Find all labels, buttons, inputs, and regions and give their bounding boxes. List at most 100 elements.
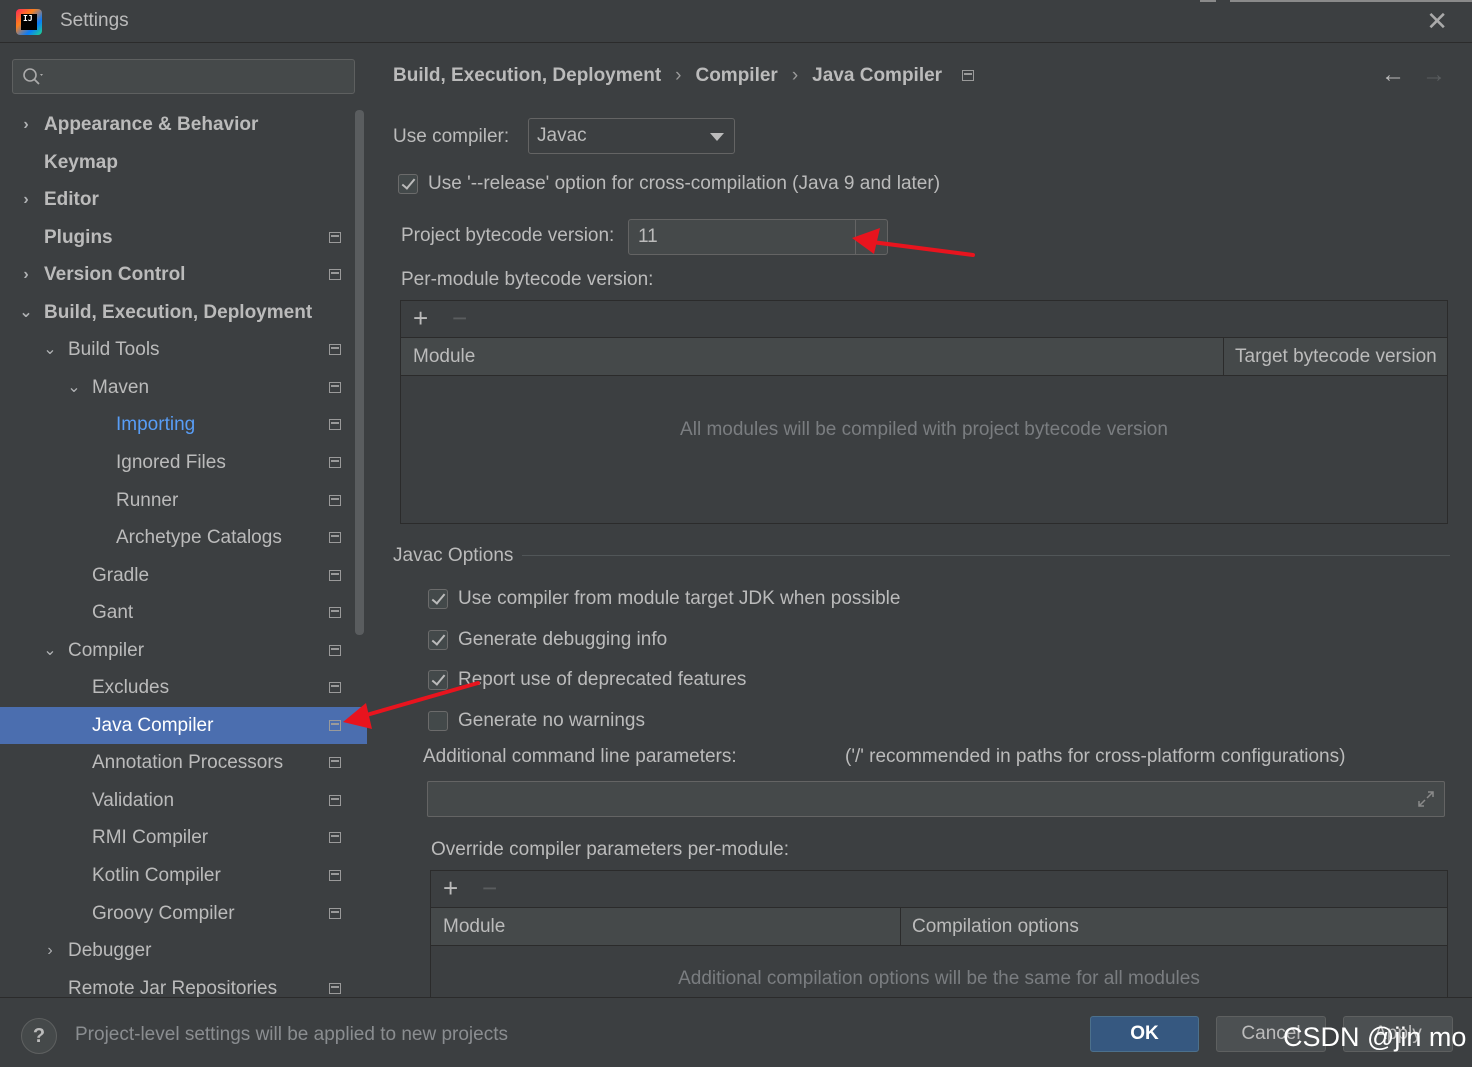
sidebar-item-rmi-compiler[interactable]: RMI Compiler: [0, 819, 367, 856]
sidebar-item-annotation-processors[interactable]: Annotation Processors: [0, 744, 367, 781]
compiler-select[interactable]: Javac: [528, 118, 735, 154]
sidebar-item-plugins[interactable]: Plugins: [0, 219, 367, 256]
sidebar-item-editor[interactable]: › Editor: [0, 181, 367, 218]
override-label: Override compiler parameters per-module:: [431, 839, 789, 860]
release-option-label: Use '--release' option for cross-compila…: [428, 173, 941, 194]
sidebar-item-importing[interactable]: Importing: [0, 406, 367, 443]
add-override-button[interactable]: +: [443, 873, 458, 904]
sidebar-item-label: Editor: [44, 189, 99, 211]
sidebar-item-kotlin-compiler[interactable]: Kotlin Compiler: [0, 857, 367, 894]
sidebar-item-java-compiler[interactable]: Java Compiler: [0, 706, 367, 744]
forward-arrow-icon[interactable]: →: [1422, 61, 1446, 89]
sidebar-item-remote-jar-repositories[interactable]: Remote Jar Repositories: [0, 970, 367, 997]
column-target-bytecode[interactable]: Target bytecode version: [1223, 338, 1437, 376]
bytecode-version-dropdown-button[interactable]: [855, 220, 887, 254]
cmd-params-label: Additional command line parameters:: [423, 746, 737, 767]
expand-icon[interactable]: [1416, 789, 1436, 809]
main-panel: Build, Execution, Deployment › Compiler › Ja…: [367, 43, 1472, 1010]
breadcrumb-build[interactable]: Build, Execution, Deployment: [393, 65, 661, 86]
project-scope-icon: [329, 269, 341, 281]
bytecode-version-combo[interactable]: 11: [628, 219, 888, 255]
chevron-down-icon[interactable]: ⌄: [66, 369, 82, 406]
override-table-header: Module Compilation options: [431, 908, 1447, 946]
project-scope-icon: [329, 719, 341, 731]
sidebar-item-version-control[interactable]: › Version Control: [0, 256, 367, 293]
sidebar-item-label: Importing: [116, 414, 196, 436]
sidebar-item-debugger[interactable]: › Debugger: [0, 932, 367, 969]
override-empty-text: Additional compilation options will be t…: [678, 968, 1200, 989]
back-arrow-icon[interactable]: ←: [1381, 61, 1405, 89]
sidebar-item-excludes[interactable]: Excludes: [0, 669, 367, 706]
project-scope-icon: [329, 419, 341, 431]
sidebar-item-compiler[interactable]: ⌄ Compiler: [0, 632, 367, 669]
sidebar-item-groovy-compiler[interactable]: Groovy Compiler: [0, 895, 367, 932]
sidebar-item-ignored-files[interactable]: Ignored Files: [0, 444, 367, 481]
search-input[interactable]: [12, 59, 355, 94]
chevron-down-icon[interactable]: ⌄: [42, 632, 58, 669]
sidebar-item-label: Gant: [92, 602, 134, 624]
sidebar-item-keymap[interactable]: Keymap: [0, 144, 367, 181]
sidebar-item-validation[interactable]: Validation: [0, 782, 367, 819]
per-module-empty-text: All modules will be compiled with projec…: [680, 419, 1168, 440]
apply-button[interactable]: Apply: [1343, 1016, 1453, 1052]
chevron-right-icon[interactable]: ›: [18, 106, 34, 143]
per-module-toolbar: + −: [401, 301, 1447, 338]
project-scope-icon: [329, 794, 341, 806]
chevron-right-icon[interactable]: ›: [18, 181, 34, 218]
sidebar-item-label: Java Compiler: [92, 714, 214, 736]
option-no-warnings-checkbox[interactable]: [428, 711, 448, 731]
breadcrumb-compiler[interactable]: Compiler: [695, 65, 777, 86]
project-scope-icon: [329, 982, 341, 994]
close-icon[interactable]: ✕: [1426, 6, 1448, 37]
section-divider: [522, 555, 1450, 556]
project-scope-icon: [329, 832, 341, 844]
sidebar-item-label: Debugger: [68, 940, 152, 962]
option-module-jdk-checkbox[interactable]: [428, 589, 448, 609]
option-debug-info-checkbox[interactable]: [428, 630, 448, 650]
sidebar-item-archetype-catalogs[interactable]: Archetype Catalogs: [0, 519, 367, 556]
sidebar-item-gant[interactable]: Gant: [0, 594, 367, 631]
settings-sidebar: › Appearance & Behavior Keymap › Editor Plugi…: [0, 43, 367, 997]
project-scope-icon: [329, 870, 341, 881]
chevron-right-icon[interactable]: ›: [18, 256, 34, 293]
sidebar-item-label: Remote Jar Repositories: [68, 977, 278, 997]
help-button[interactable]: ?: [21, 1018, 57, 1054]
option-deprecated-checkbox[interactable]: [428, 670, 448, 690]
chevron-down-icon[interactable]: ⌄: [18, 294, 34, 331]
project-scope-icon: [329, 569, 341, 581]
per-module-table-header: Module Target bytecode version: [401, 338, 1447, 376]
sidebar-item-label: Gradle: [92, 564, 150, 586]
sidebar-item-label: Plugins: [44, 226, 113, 248]
release-option-checkbox[interactable]: [398, 174, 418, 194]
sidebar-item-label: Excludes: [92, 677, 170, 699]
ok-button[interactable]: OK: [1090, 1016, 1199, 1052]
status-text: Project-level settings will be applied t…: [75, 1024, 508, 1045]
cmd-params-input[interactable]: [427, 781, 1445, 817]
sidebar-item-label: RMI Compiler: [92, 827, 209, 849]
project-scope-icon: [329, 381, 341, 393]
sidebar-item-build-execution-deployment[interactable]: ⌄ Build, Execution, Deployment: [0, 294, 367, 331]
sidebar-item-build-tools[interactable]: ⌄ Build Tools: [0, 331, 367, 368]
dialog-footer: ? Project-level settings will be applied…: [0, 997, 1472, 1067]
sidebar-item-appearance-behavior[interactable]: › Appearance & Behavior: [0, 106, 367, 143]
sidebar-item-runner[interactable]: Runner: [0, 482, 367, 519]
breadcrumb-java-compiler: Java Compiler: [812, 65, 943, 86]
chevron-down-icon: [710, 133, 724, 141]
remove-override-button[interactable]: −: [482, 873, 497, 904]
breadcrumb: Build, Execution, Deployment › Compiler › Ja…: [393, 65, 975, 87]
option-no-warnings-label: Generate no warnings: [458, 710, 645, 731]
add-module-button[interactable]: +: [413, 303, 428, 334]
per-module-table: + − Module Target bytecode version All m…: [400, 300, 1448, 524]
sidebar-item-label: Keymap: [44, 151, 118, 173]
column-compilation-options[interactable]: Compilation options: [900, 908, 1079, 946]
project-scope-icon: [329, 644, 341, 656]
column-module[interactable]: Module: [431, 908, 505, 946]
remove-module-button[interactable]: −: [452, 303, 467, 334]
sidebar-item-maven[interactable]: ⌄ Maven: [0, 369, 367, 406]
cancel-button[interactable]: Cancel: [1216, 1016, 1326, 1052]
chevron-right-icon[interactable]: ›: [42, 932, 58, 969]
column-module[interactable]: Module: [401, 338, 475, 376]
sidebar-item-gradle[interactable]: Gradle: [0, 557, 367, 594]
chevron-down-icon[interactable]: ⌄: [42, 331, 58, 368]
project-scope-icon: [329, 532, 341, 544]
